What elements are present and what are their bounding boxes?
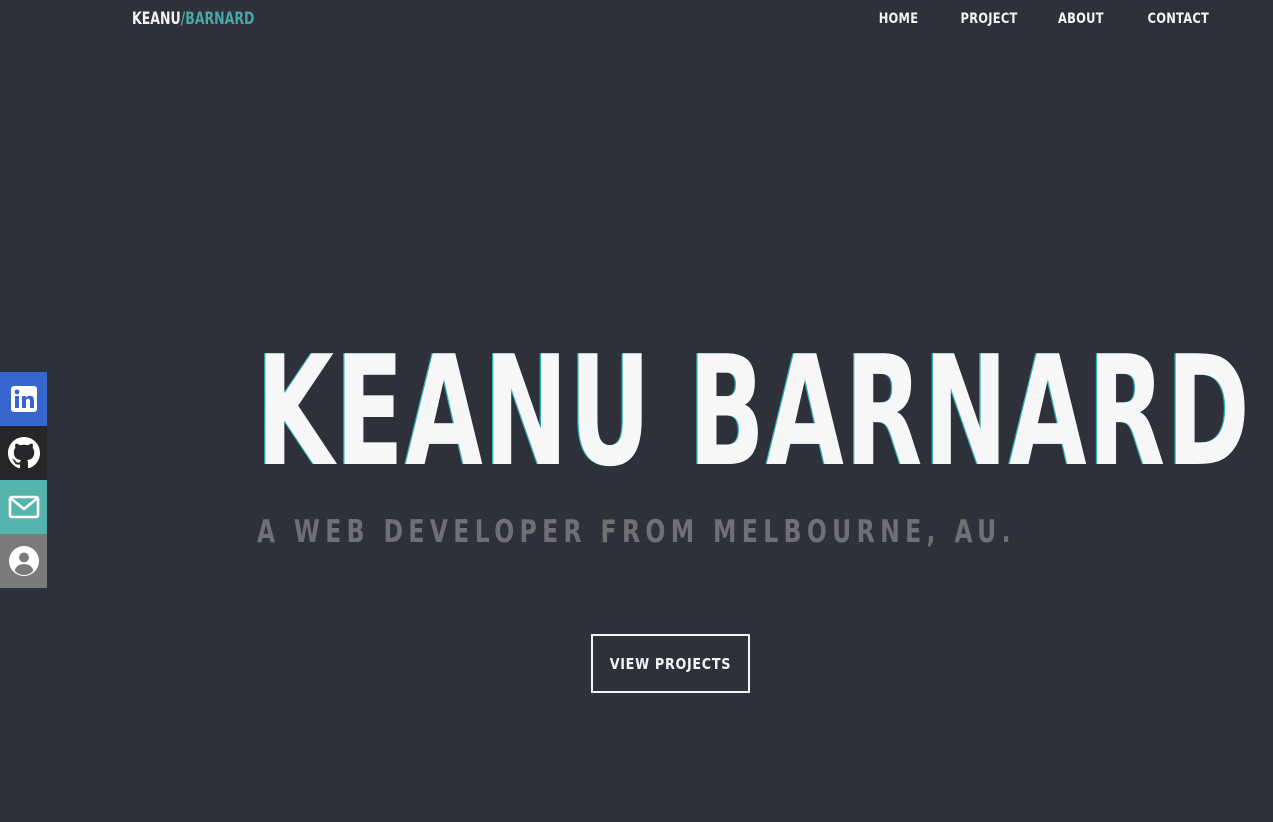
hero-subtitle-text: A WEB DEVELOPER FROM MELBOURNE, AU.: [256, 514, 1017, 550]
nav-about-link[interactable]: ABOUT: [1058, 11, 1104, 27]
hero-subtitle: A WEB DEVELOPER FROM MELBOURNE, AU.: [0, 512, 1273, 552]
view-projects-button[interactable]: VIEW PROJECTS: [591, 634, 750, 693]
logo-first-name: KEANU: [132, 9, 181, 29]
view-projects-label: VIEW PROJECTS: [609, 654, 732, 673]
page: KEANU/BARNARD HOME PROJECT ABOUT CONTACT: [0, 0, 1273, 822]
site-logo[interactable]: KEANU/BARNARD: [132, 9, 254, 29]
hero-title: KEANU BARNARD: [0, 332, 1273, 492]
nav-home-link[interactable]: HOME: [879, 11, 919, 27]
top-nav: HOME PROJECT ABOUT CONTACT: [840, 11, 1209, 27]
hero-title-text: KEANU BARNARD: [256, 323, 1252, 500]
nav-project-link[interactable]: PROJECT: [961, 11, 1018, 27]
nav-contact-link[interactable]: CONTACT: [1147, 11, 1209, 27]
logo-last-name: BARNARD: [185, 9, 255, 29]
